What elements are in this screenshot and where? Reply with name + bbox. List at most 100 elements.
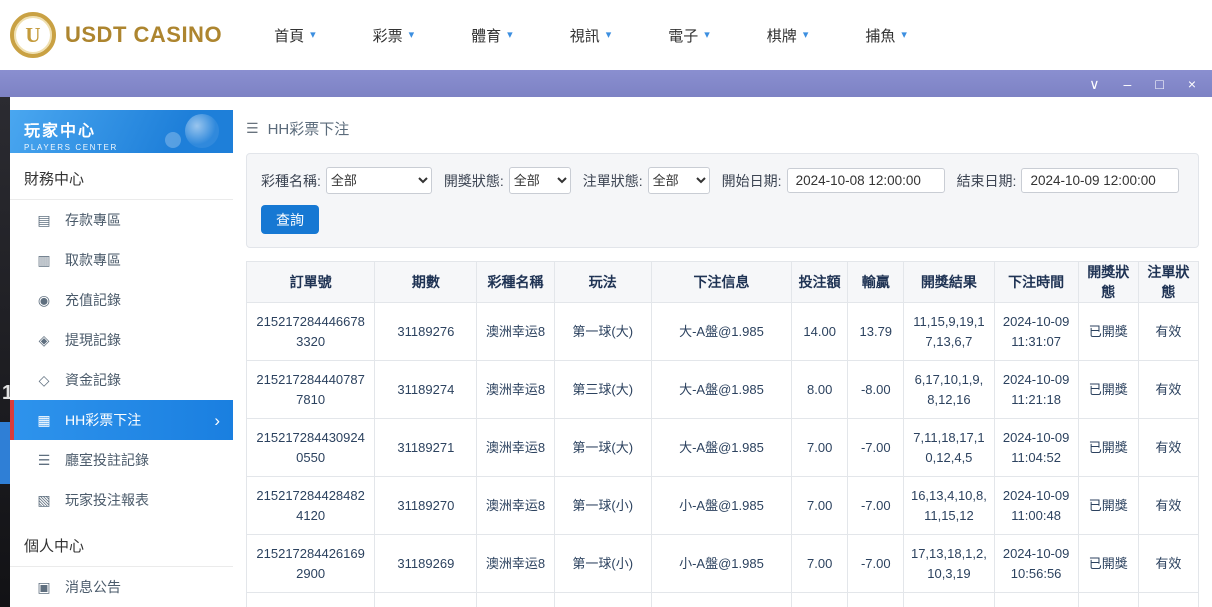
nav-item-label: 體育 — [471, 25, 501, 46]
lottery-name-select[interactable]: 全部 — [326, 167, 432, 194]
sidebar-item-hall[interactable]: ☰廳室投註記錄 — [10, 440, 233, 480]
nav-item-label: 彩票 — [373, 25, 403, 46]
page-title: HH彩票下注 — [268, 118, 350, 139]
order-status-select[interactable]: 全部 — [648, 167, 710, 194]
lottery-icon: ▦ — [36, 412, 52, 429]
table-cell: -7.00 — [848, 419, 904, 477]
sidebar-item-label: 充值記錄 — [65, 290, 121, 310]
chevron-right-icon: › — [214, 412, 220, 429]
table-cell: 大-A盤@1.985 — [651, 303, 791, 361]
sidebar-item-message[interactable]: ▣消息公告 — [10, 567, 233, 607]
sidebar-item-label: 提現記錄 — [65, 330, 121, 350]
table-cell: 小-A盤@1.985 — [651, 477, 791, 535]
nav-item[interactable]: 彩票 ▾ — [373, 25, 415, 46]
start-date-input[interactable] — [787, 168, 945, 193]
hamburger-icon[interactable]: ☰ — [246, 120, 259, 137]
table-cell: 2024-10-09 10:56:56 — [994, 535, 1078, 593]
funds-icon: ◇ — [36, 372, 52, 389]
table-cell: 31189276 — [375, 303, 477, 361]
table-cell: 31189269 — [375, 535, 477, 593]
table-cell: 2024-10-09 11:31:07 — [994, 303, 1078, 361]
sidebar-item-withdraw[interactable]: ▥ 取款專區 — [10, 240, 233, 280]
column-header: 訂單號 — [247, 262, 375, 303]
column-header: 開獎狀態 — [1078, 262, 1138, 303]
nav-item[interactable]: 棋牌 ▾ — [767, 25, 809, 46]
table-row: 215217284426169290031189269澳洲幸运8第一球(小)小-… — [247, 535, 1199, 593]
table-cell: 有效 — [1138, 477, 1198, 535]
table-cell: 17,13,18,1,2,10,3,19 — [904, 535, 994, 593]
table-cell: 14.00 — [792, 303, 848, 361]
bet-table-container: 訂單號期數彩種名稱玩法下注信息投注額輸贏開獎結果下注時間開獎狀態注單狀態 215… — [246, 261, 1199, 607]
minimize-button[interactable]: – — [1124, 77, 1132, 91]
table-cell: 已開獎 — [1078, 361, 1138, 419]
table-cell: 16,13,4,10,8,11,15,12 — [904, 477, 994, 535]
sidebar-item-funds[interactable]: ◇資金記錄 — [10, 360, 233, 400]
table-cell: 31189271 — [375, 419, 477, 477]
cashout-icon: ◈ — [36, 332, 52, 349]
table-cell: 13.79 — [848, 303, 904, 361]
nav-item-label: 電子 — [668, 25, 698, 46]
sidebar-item-deposit[interactable]: ▤存款專區 — [10, 200, 233, 240]
brand[interactable]: U USDT CASINO — [10, 12, 222, 58]
sidebar-item-label: 取款專區 — [65, 250, 121, 270]
table-cell: 第一球(小) — [554, 477, 651, 535]
table-cell: 2024-10-09 11:00:48 — [994, 477, 1078, 535]
table-cell: -7.00 — [848, 477, 904, 535]
window-body: 1 玩家中心 PLAYERS CENTER 財務中心▤存款專區▥取款專區◉充值記… — [0, 97, 1212, 607]
table-row: 215217284428482412031189270澳洲幸运8第一球(小)小-… — [247, 477, 1199, 535]
search-button[interactable]: 查詢 — [261, 205, 319, 234]
table-cell: 澳洲幸运8 — [477, 419, 554, 477]
table-row: 215217284430924055031189271澳洲幸运8第一球(大)大-… — [247, 419, 1199, 477]
table-cell: 7.00 — [792, 535, 848, 593]
window-menu-icon[interactable]: ∨ — [1089, 77, 1099, 91]
nav-item[interactable]: 視訊▾ — [570, 25, 612, 46]
column-header: 輸贏 — [848, 262, 904, 303]
sidebar-item-lottery[interactable]: ▦ HH彩票下注 › — [10, 400, 233, 440]
table-cell: 大-A盤@1.985 — [651, 361, 791, 419]
table-cell: 有效 — [1138, 535, 1198, 593]
chevron-down-icon: ▾ — [409, 30, 415, 41]
nav-item-label: 捕魚 — [865, 25, 895, 46]
filter-row: 彩種名稱: 全部 開獎狀態: 全部 注單狀態: 全部 開始日期: — [261, 167, 1184, 194]
draw-status-select[interactable]: 全部 — [509, 167, 571, 194]
order-status-label: 注單狀態: — [583, 171, 643, 191]
sidebar-item-cashout[interactable]: ◈ 提現記錄 — [10, 320, 233, 360]
table-cell: 2152172844309240550 — [247, 419, 375, 477]
nav-item[interactable]: 電子▾ — [668, 25, 710, 46]
nav-item-label: 棋牌 — [767, 25, 797, 46]
sidebar-item-label: 存款專區 — [65, 210, 121, 230]
withdraw-icon: ▥ — [36, 252, 52, 269]
table-cell: 第一球(小) — [554, 535, 651, 593]
table-cell: 2152172844407877810 — [247, 361, 375, 419]
recharge-icon: ◉ — [36, 292, 52, 309]
sidebar-title: 玩家中心 — [24, 117, 233, 141]
sidebar-item-recharge[interactable]: ◉ 充值記錄 — [10, 280, 233, 320]
sidebar-item-report[interactable]: ▧ 玩家投注報表 — [10, 480, 233, 520]
table-cell: -7.00 — [848, 535, 904, 593]
page-background-strip: 1 — [0, 97, 10, 607]
sidebar-item-label: HH彩票下注 — [65, 410, 141, 430]
table-row-partial — [247, 593, 1199, 607]
nav-item[interactable]: 捕魚 ▾ — [865, 25, 907, 46]
chevron-down-icon: ▾ — [901, 30, 907, 41]
sidebar-item-label: 玩家投注報表 — [65, 490, 149, 510]
column-header: 彩種名稱 — [477, 262, 554, 303]
window-titlebar: ∨ – □ × — [0, 70, 1212, 97]
brand-name: USDT CASINO — [65, 22, 222, 48]
sidebar-section-label: 個人中心 — [10, 520, 233, 567]
chevron-down-icon: ▾ — [803, 30, 809, 41]
main-content: ☰ HH彩票下注 彩種名稱: 全部 開獎狀態: 全部 注單狀態: — [233, 97, 1212, 607]
nav-item-label: 視訊 — [570, 25, 600, 46]
sidebar-item-label: 廳室投註記錄 — [65, 450, 149, 470]
close-button[interactable]: × — [1188, 77, 1196, 91]
table-cell: 第一球(大) — [554, 419, 651, 477]
table-cell: 澳洲幸运8 — [477, 361, 554, 419]
table-cell: 已開獎 — [1078, 303, 1138, 361]
end-date-input[interactable] — [1021, 168, 1179, 193]
column-header: 開獎結果 — [904, 262, 994, 303]
table-cell: 澳洲幸运8 — [477, 477, 554, 535]
maximize-button[interactable]: □ — [1155, 77, 1163, 91]
nav-item[interactable]: 體育▾ — [471, 25, 513, 46]
report-icon: ▧ — [36, 492, 52, 509]
nav-item[interactable]: 首頁▾ — [274, 25, 316, 46]
